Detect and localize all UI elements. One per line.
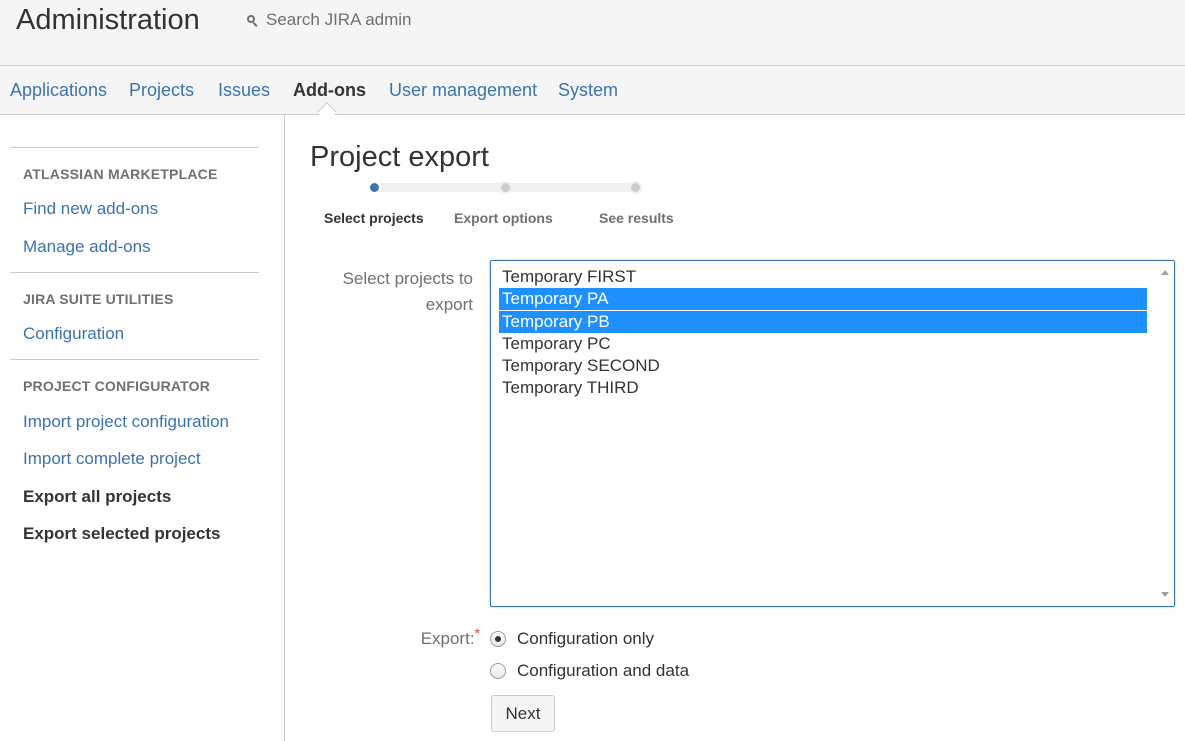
sidebar-heading-marketplace: ATLASSIAN MARKETPLACE <box>23 166 218 182</box>
listbox-scrollbar[interactable] <box>1156 261 1174 606</box>
radio-label: Configuration and data <box>517 661 690 680</box>
radio-label: Configuration only <box>517 629 655 648</box>
radio-configuration-only[interactable] <box>490 631 506 647</box>
project-option[interactable]: Temporary SECOND <box>499 355 1147 377</box>
page-title: Project export <box>310 141 489 173</box>
export-option-configuration-only[interactable]: Configuration only <box>490 628 654 650</box>
sidebar-divider <box>10 359 259 360</box>
search-input[interactable] <box>266 10 466 30</box>
scroll-down-arrow-icon[interactable] <box>1161 592 1169 597</box>
active-tab-indicator <box>317 102 337 122</box>
step-label-export-options: Export options <box>454 210 553 226</box>
project-option[interactable]: Temporary THIRD <box>499 377 1147 399</box>
sidebar-item-import-project-configuration[interactable]: Import project configuration <box>23 412 229 432</box>
scroll-up-arrow-icon[interactable] <box>1161 270 1169 275</box>
sidebar-heading-suite-utilities: JIRA SUITE UTILITIES <box>23 291 174 307</box>
select-projects-label-line2: export <box>425 295 473 314</box>
sidebar-item-export-all-projects[interactable]: Export all projects <box>23 487 171 507</box>
admin-header: Administration <box>0 0 1185 66</box>
export-label: Export:* <box>380 625 480 652</box>
step-label-see-results: See results <box>599 210 674 226</box>
admin-search[interactable] <box>244 9 466 31</box>
tab-add-ons[interactable]: Add-ons <box>293 80 366 101</box>
export-option-configuration-and-data[interactable]: Configuration and data <box>490 660 689 682</box>
step-dot-export-options <box>499 181 512 194</box>
admin-title: Administration <box>16 4 200 36</box>
tab-system[interactable]: System <box>558 80 618 101</box>
export-label-text: Export: <box>420 629 475 648</box>
step-dot-see-results <box>629 181 642 194</box>
project-option[interactable]: Temporary PB <box>499 311 1147 333</box>
radio-configuration-and-data[interactable] <box>490 663 506 679</box>
tab-user-management[interactable]: User management <box>389 80 537 101</box>
tab-issues[interactable]: Issues <box>218 80 270 101</box>
sidebar-item-manage-add-ons[interactable]: Manage add-ons <box>23 237 151 257</box>
sidebar-heading-project-configurator: PROJECT CONFIGURATOR <box>23 378 211 394</box>
project-option[interactable]: Temporary PC <box>499 333 1147 355</box>
sidebar-item-configuration[interactable]: Configuration <box>23 324 124 344</box>
step-dot-select-projects <box>368 181 381 194</box>
select-projects-label: Select projects to export <box>300 266 473 318</box>
admin-nav: Applications Projects Issues Add-ons Use… <box>0 66 1185 122</box>
sidebar-item-export-selected-projects[interactable]: Export selected projects <box>23 524 220 544</box>
step-label-select-projects: Select projects <box>324 210 424 226</box>
select-projects-label-line1: Select projects to <box>342 269 473 288</box>
sidebar: ATLASSIAN MARKETPLACE Find new add-ons M… <box>0 115 285 741</box>
project-option[interactable]: Temporary PA <box>499 288 1147 310</box>
tab-applications[interactable]: Applications <box>10 80 107 101</box>
projects-multiselect[interactable]: Temporary FIRST Temporary PA Temporary P… <box>490 260 1175 607</box>
project-option[interactable]: Temporary FIRST <box>499 266 1147 288</box>
required-marker: * <box>474 625 480 641</box>
next-button[interactable]: Next <box>491 695 555 732</box>
search-icon <box>244 12 260 28</box>
sidebar-divider <box>10 147 259 148</box>
sidebar-item-find-new-add-ons[interactable]: Find new add-ons <box>23 199 158 219</box>
sidebar-item-import-complete-project[interactable]: Import complete project <box>23 449 201 469</box>
tab-projects[interactable]: Projects <box>129 80 194 101</box>
sidebar-divider <box>10 272 259 273</box>
